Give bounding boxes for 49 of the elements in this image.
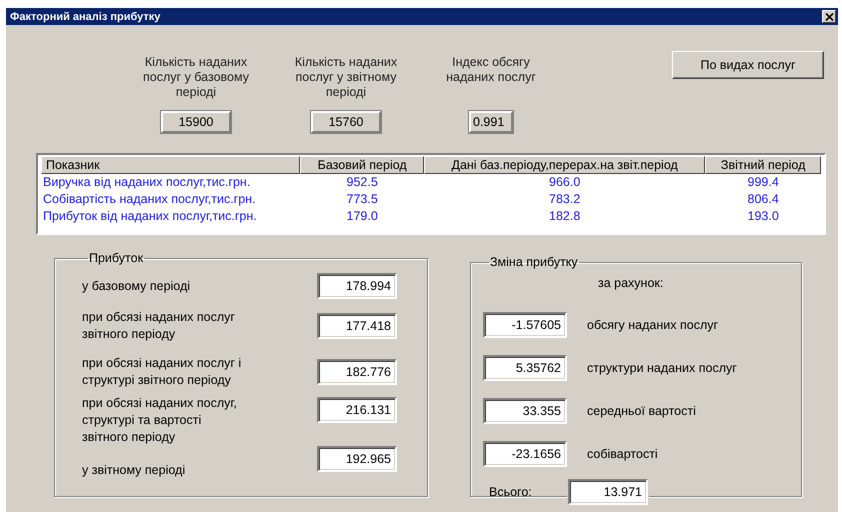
readonly-field[interactable]: 15900 <box>161 111 231 133</box>
group-title: Прибуток <box>88 251 144 265</box>
field-label: обсягу наданих послуг <box>587 318 718 332</box>
table-cell-text: Виручка від наданих послуг,тис.грн. <box>42 174 252 191</box>
table-cell-text: 193.0 <box>746 208 780 225</box>
close-icon <box>824 12 834 20</box>
field-label: у базовому періоді <box>82 278 190 294</box>
value-field[interactable]: 33.355 <box>483 398 567 424</box>
value-field[interactable]: 192.965 <box>317 446 397 472</box>
table-cell-text: Прибуток від наданих послуг,тис.грн. <box>42 208 258 225</box>
table-cell-text: 182.8 <box>548 208 582 225</box>
total-field[interactable]: 13.971 <box>568 479 648 505</box>
table-cell-text: 952.5 <box>346 174 379 191</box>
total-label: Всього: <box>488 485 533 499</box>
field-label: у звітному періоді <box>82 462 186 479</box>
column-header[interactable]: Базовий період <box>300 156 424 174</box>
field-label: при обсязі наданих послуг звітного періоду <box>82 309 235 343</box>
value-field[interactable]: 178.994 <box>317 273 397 299</box>
readonly-field[interactable]: 15760 <box>311 111 381 133</box>
field-label: середньої вартості <box>587 404 696 418</box>
services-button[interactable]: По видах послуг <box>672 51 824 79</box>
value-field[interactable]: 182.776 <box>317 359 397 385</box>
field-label: Кількість наданих послуг у звітному періоді <box>294 55 398 101</box>
value-field[interactable]: 177.418 <box>317 313 397 339</box>
table-cell-text: 806.4 <box>746 191 780 208</box>
table-cell-text: 179.0 <box>346 208 379 225</box>
field-label: при обсязі наданих послуг і структурі звітного періоду <box>82 355 242 389</box>
value-field[interactable]: -1.57605 <box>483 312 567 338</box>
table-cell-text: 966.0 <box>548 174 582 191</box>
caption-label: за рахунок: <box>598 276 664 290</box>
table-cell-text: 999.4 <box>746 174 780 191</box>
column-header[interactable]: Дані баз.періоду,перерах.на звіт.період <box>424 156 706 174</box>
window-title: Факторний аналіз прибутку <box>10 10 160 22</box>
table-cell-text: 783.2 <box>548 191 582 208</box>
table-cell-text: 773.5 <box>346 191 379 208</box>
close-button[interactable] <box>822 10 836 23</box>
value-field[interactable]: 5.35762 <box>483 354 567 380</box>
field-label: Кількість наданих послуг у базовому періоді <box>143 55 249 101</box>
table-cell-text: Собівартість наданих послуг,тис.грн. <box>42 191 257 208</box>
value-field[interactable]: 216.131 <box>317 397 397 423</box>
field-label: при обсязі наданих послуг, структурі та вартості звітного періоду <box>82 395 237 446</box>
field-label: собівартості <box>587 446 658 460</box>
group-title: Зміна прибутку <box>489 255 579 269</box>
readonly-field[interactable]: 0.991 <box>469 111 513 133</box>
column-header[interactable]: Показник <box>41 156 300 174</box>
field-label: структури наданих послуг <box>587 360 737 374</box>
field-label: Індекс обсягу наданих послуг <box>446 55 536 86</box>
value-field[interactable]: -23.1656 <box>483 440 567 466</box>
column-header[interactable]: Звітний період <box>705 156 821 174</box>
